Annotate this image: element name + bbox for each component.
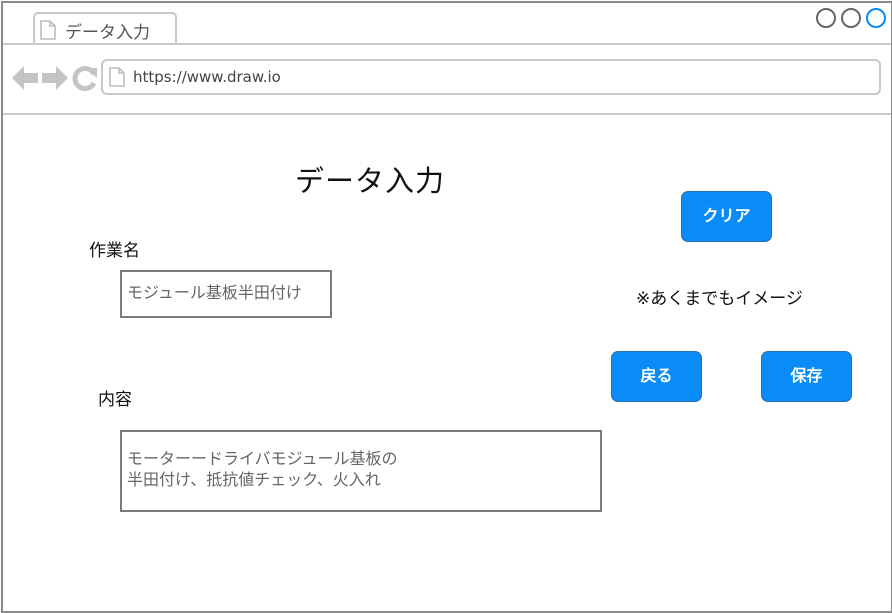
content-label: 内容 bbox=[98, 390, 132, 410]
page-icon bbox=[109, 67, 125, 87]
work-name-field[interactable]: モジュール基板半田付け bbox=[120, 270, 332, 318]
url-text: https://www.draw.io bbox=[133, 68, 281, 86]
window-control-circle-icon[interactable] bbox=[841, 8, 861, 28]
page-icon bbox=[40, 20, 56, 40]
tab-strip: データ入力 bbox=[3, 3, 891, 45]
clear-button[interactable]: クリア bbox=[681, 191, 772, 242]
forward-arrow-icon[interactable] bbox=[41, 65, 69, 91]
window-control-circle-icon[interactable] bbox=[816, 8, 836, 28]
work-name-label: 作業名 bbox=[89, 241, 140, 261]
content-textarea[interactable]: モーターードライバモジュール基板の 半田付け、抵抗値チェック、火入れ bbox=[120, 430, 602, 512]
navigation-bar: https://www.draw.io bbox=[3, 45, 891, 115]
browser-tab[interactable]: データ入力 bbox=[33, 12, 177, 43]
back-arrow-icon[interactable] bbox=[11, 65, 39, 91]
refresh-icon[interactable] bbox=[72, 65, 98, 91]
window-control-active-circle-icon[interactable] bbox=[866, 8, 886, 28]
save-button[interactable]: 保存 bbox=[761, 351, 852, 402]
back-button[interactable]: 戻る bbox=[611, 351, 702, 402]
address-bar[interactable]: https://www.draw.io bbox=[101, 59, 881, 95]
page-title: データ入力 bbox=[295, 164, 446, 198]
image-only-note: ※あくまでもイメージ bbox=[636, 289, 803, 309]
tab-title: データ入力 bbox=[65, 23, 150, 43]
